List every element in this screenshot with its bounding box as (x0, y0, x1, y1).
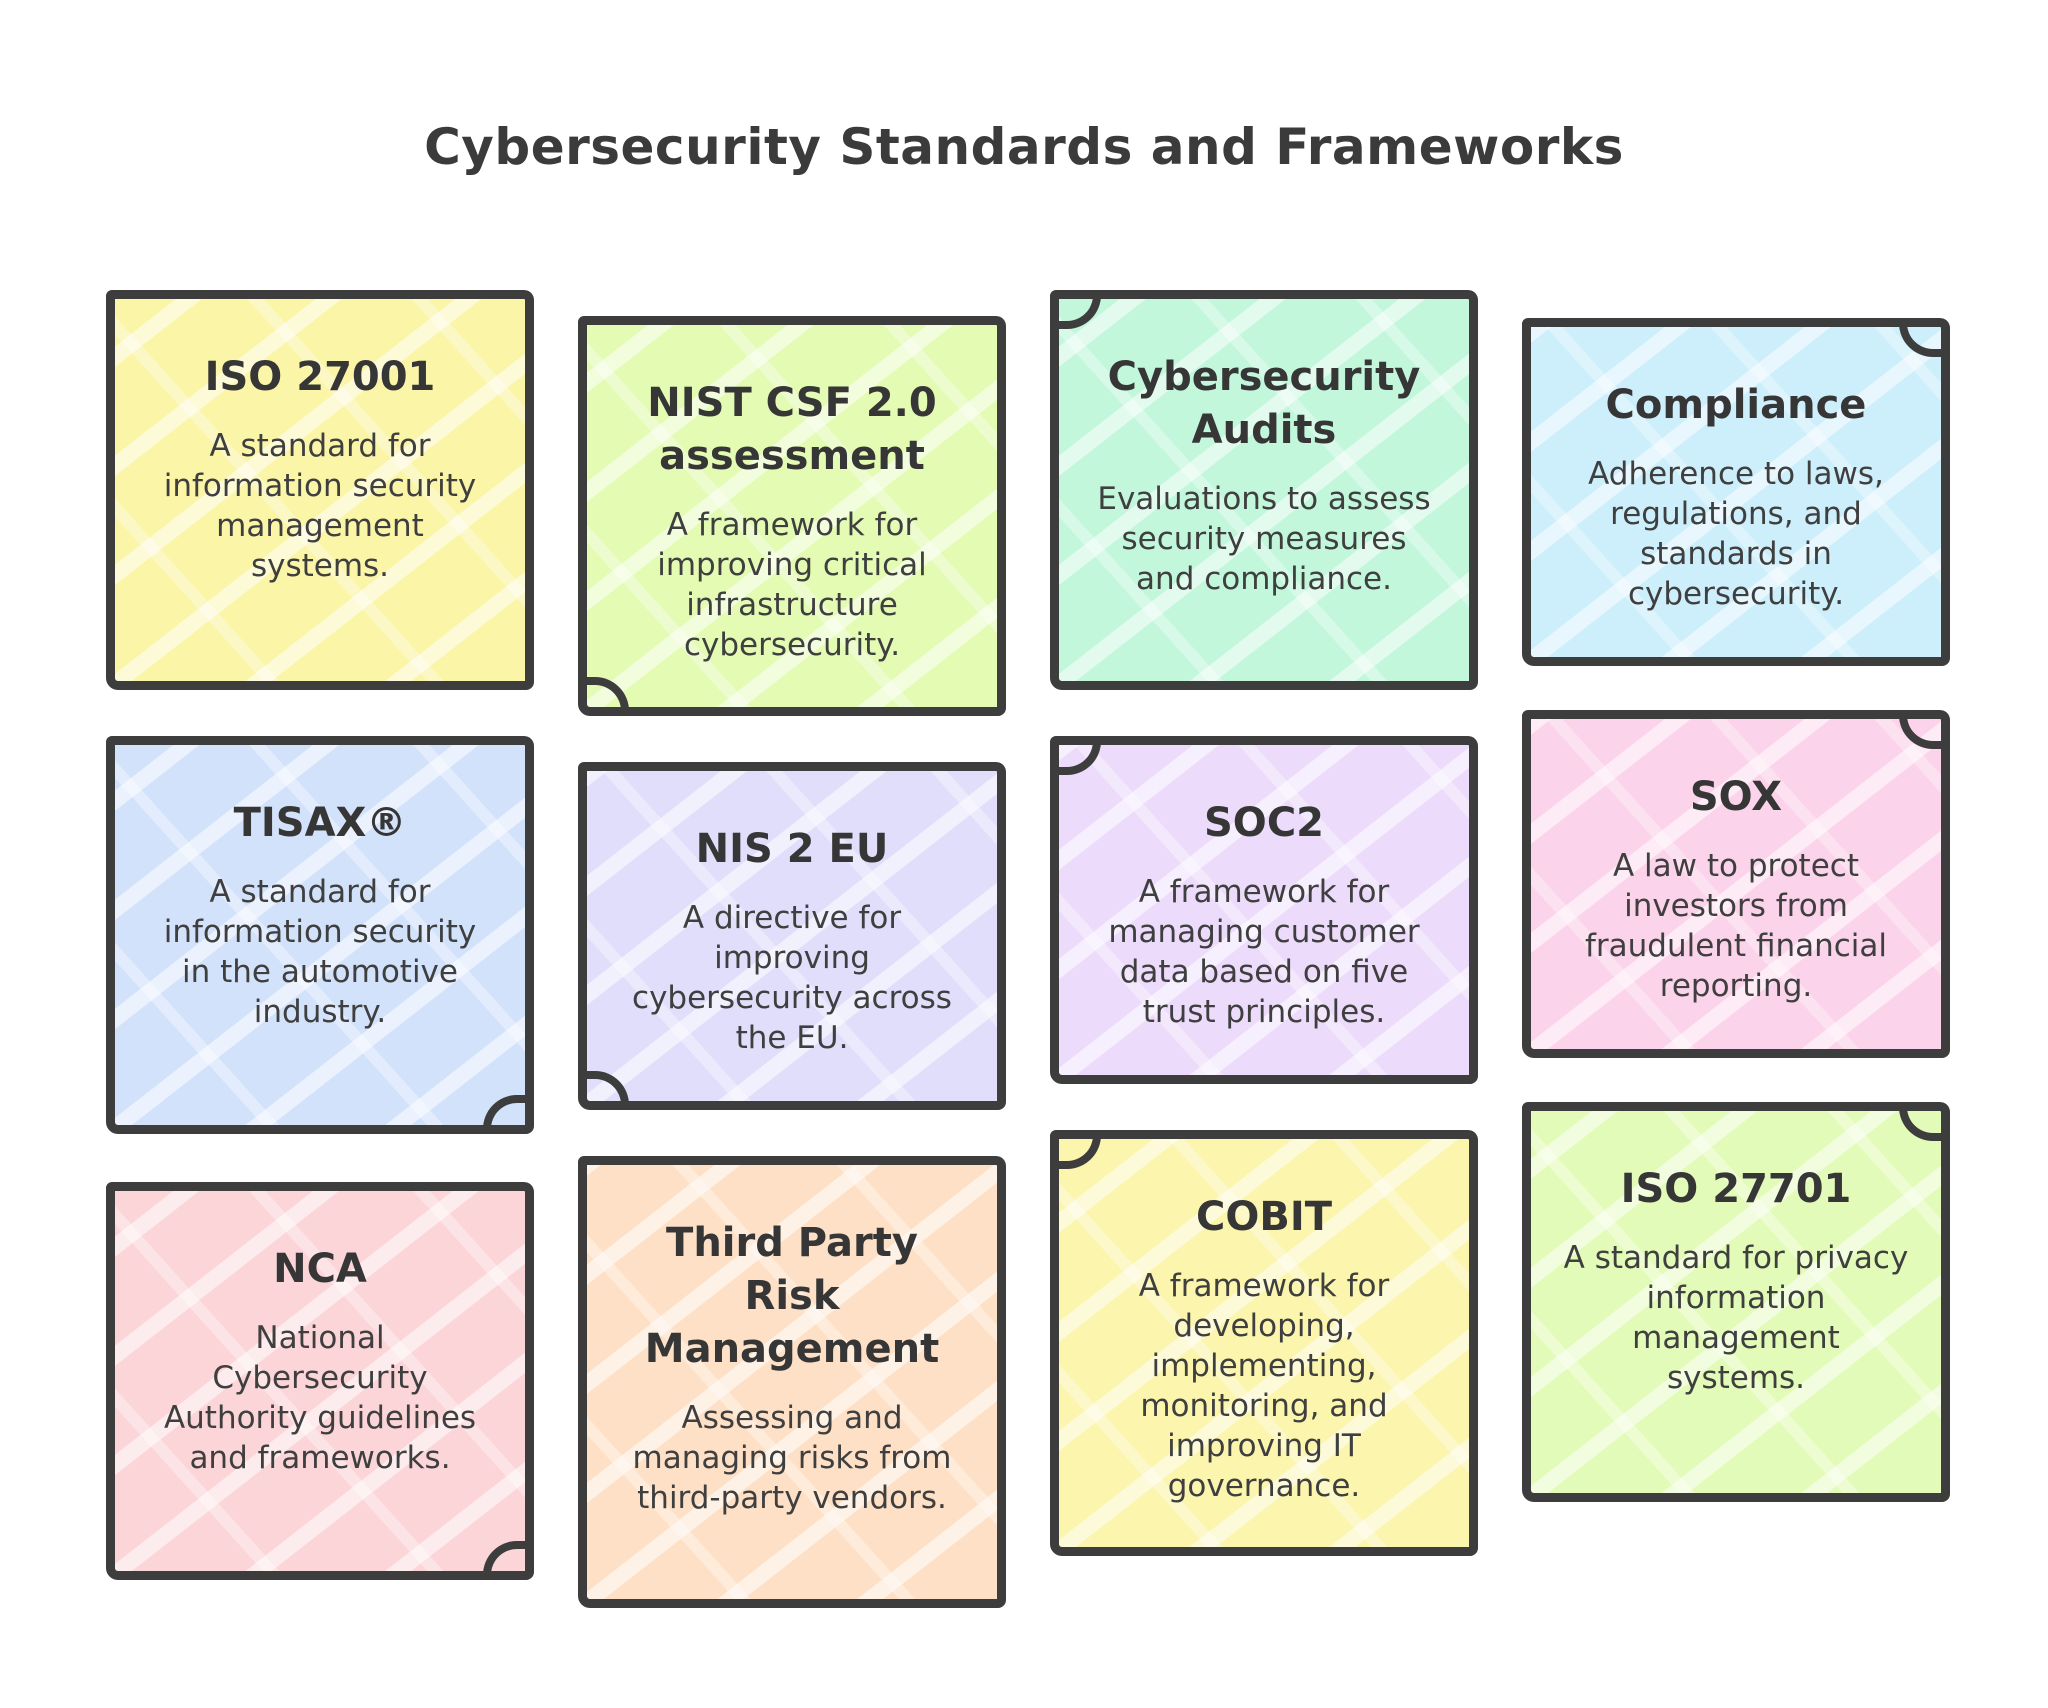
card-cobit: COBIT A framework for developing, implem… (1050, 1130, 1478, 1556)
page-title: Cybersecurity Standards and Frameworks (424, 118, 1624, 176)
card-sox: SOX A law to protect investors from frau… (1522, 710, 1950, 1058)
card-iso-27701: ISO 27701 A standard for privacy informa… (1522, 1102, 1950, 1502)
page-curl-icon (483, 1095, 525, 1125)
card-description: A standard for privacy information manag… (1563, 1240, 1909, 1396)
card-title: SOX (1689, 774, 1783, 820)
card-title: ISO 27001 (204, 354, 436, 400)
page-curl-icon (1899, 327, 1941, 357)
card-description: A standard for information security in t… (163, 874, 477, 1030)
card-third-party-risk: Third Party Risk Management Assessing an… (578, 1156, 1006, 1608)
page-curl-icon (1059, 745, 1101, 775)
card-description: A framework for developing, implementing… (1138, 1268, 1390, 1504)
card-title: COBIT (1195, 1194, 1332, 1240)
card-title: ISO 27701 (1620, 1166, 1852, 1212)
card-description: A law to protect investors from fraudule… (1584, 848, 1888, 1004)
card-description: A framework for improving critical infra… (657, 507, 927, 663)
card-title: NIST CSF 2.0 assessment (647, 380, 937, 479)
card-compliance: Compliance Adherence to laws, regulation… (1522, 318, 1950, 666)
card-description: A directive for improving cybersecurity … (632, 900, 952, 1056)
card-title: Third Party Risk Management (644, 1220, 940, 1372)
card-title: SOC2 (1204, 800, 1324, 846)
card-title: NIS 2 EU (695, 826, 889, 872)
card-title: TISAX® (233, 800, 407, 846)
card-soc2: SOC2 A framework for managing customer d… (1050, 736, 1478, 1084)
page-curl-icon (1059, 299, 1101, 329)
card-description: Adherence to laws, regulations, and stan… (1588, 456, 1884, 612)
page-curl-icon (1899, 719, 1941, 749)
card-title: NCA (273, 1246, 367, 1292)
card-description: National Cybersecurity Authority guideli… (163, 1320, 477, 1476)
page-curl-icon (1899, 1111, 1941, 1141)
page-curl-icon (483, 1541, 525, 1571)
page-curl-icon (1059, 1139, 1101, 1169)
card-title: Cybersecurity Audits (1107, 354, 1421, 453)
card-iso-27001: ISO 27001 A standard for information sec… (106, 290, 534, 690)
card-nist-csf: NIST CSF 2.0 assessment A framework for … (578, 316, 1006, 716)
card-description: A standard for information security mana… (163, 428, 477, 584)
card-description: A framework for managing customer data b… (1108, 874, 1420, 1030)
card-description: Assessing and managing risks from third-… (632, 1400, 952, 1516)
card-nis2-eu: NIS 2 EU A directive for improving cyber… (578, 762, 1006, 1110)
page-curl-icon (587, 1071, 629, 1101)
card-cybersecurity-audits: Cybersecurity Audits Evaluations to asse… (1050, 290, 1478, 690)
card-description: Evaluations to assess security measures … (1097, 481, 1431, 597)
card-title: Compliance (1605, 382, 1867, 428)
card-nca: NCA National Cybersecurity Authority gui… (106, 1182, 534, 1580)
page-curl-icon (587, 677, 629, 707)
card-tisax: TISAX® A standard for information securi… (106, 736, 534, 1134)
